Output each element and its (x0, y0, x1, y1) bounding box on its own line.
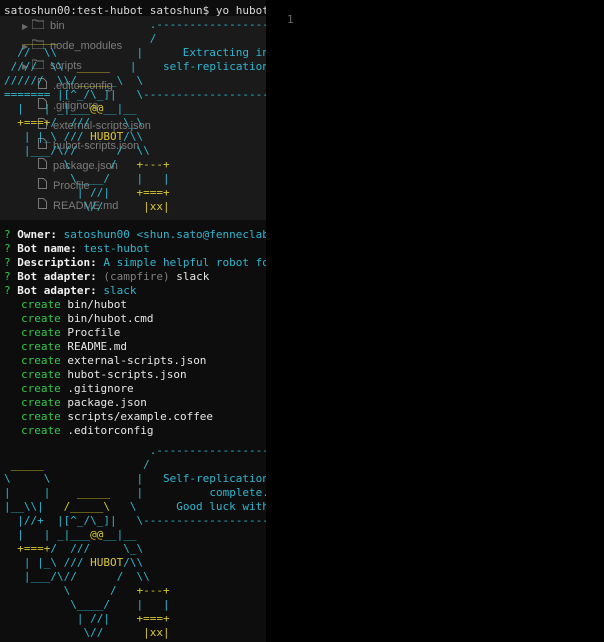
prompt-answer: satoshun00 <shun.sato@fenneclab.com> (63, 228, 266, 241)
prompt-line: ? Description: A simple helpful robot fo… (4, 256, 266, 270)
art-line: | |_\ /// HUBOT/\\ (4, 556, 144, 569)
art-line: | | _|___@@__|__ (4, 528, 137, 541)
question-mark: ? (4, 270, 18, 283)
prompt-label: Bot name: (17, 242, 84, 255)
prompt-label: Owner: (17, 228, 64, 241)
art-line: | |_\ /// HUBOT/\\ (4, 130, 144, 143)
art-line: | //| +===+ (4, 186, 170, 199)
terminal-pane[interactable]: satoshun00:test-hubot satoshun$ yo hubot… (0, 0, 266, 642)
create-keyword: create (21, 396, 68, 409)
art-line: .-----------------------------. (149, 18, 266, 31)
create-keyword: create (21, 410, 68, 423)
art-line: ////// \\/______\ \ / (4, 74, 144, 87)
art-line: |__\\| /_____\ \ Good luck with that. / (4, 500, 266, 513)
art-line: .-----------------------------. (149, 444, 266, 457)
art-line: \// |xx| (4, 626, 170, 639)
prompt-answer: A simple helpful robot for your Company (103, 256, 266, 269)
create-keyword: create (21, 368, 68, 381)
art-line: \ / +---+ (4, 158, 170, 171)
create-line: create external-scripts.json (21, 354, 206, 368)
prompt-typed-value: slack (169, 270, 210, 283)
created-file-path: hubot-scripts.json (67, 368, 187, 381)
question-mark: ? (4, 284, 18, 297)
create-line: create .gitignore (21, 382, 134, 396)
created-file-path: package.json (67, 396, 147, 409)
create-line: create hubot-scripts.json (21, 368, 187, 382)
art-line: //// \\ _____ | self-replication process… (4, 60, 266, 73)
prompt-answer: slack (103, 284, 137, 297)
prompt-line: ? Owner: satoshun00 <shun.sato@fenneclab… (4, 228, 266, 242)
create-keyword: create (21, 298, 68, 311)
prompt-answer: test-hubot (83, 242, 150, 255)
art-line: | //| +===+ (4, 612, 170, 625)
create-line: create .editorconfig (21, 424, 153, 438)
create-keyword: create (21, 326, 68, 339)
created-file-path: external-scripts.json (67, 354, 207, 367)
create-line: create README.md (21, 340, 127, 354)
create-keyword: create (21, 354, 68, 367)
art-line: \____/ | | (4, 172, 170, 185)
art-line: | | _____ | complete... | (4, 486, 266, 499)
art-line: |___/\// / \\ (4, 570, 150, 583)
created-file-path: bin/hubot (67, 298, 127, 311)
created-file-path: scripts/example.coffee (67, 410, 214, 423)
question-mark: ? (4, 256, 18, 269)
prompt-line: ? Bot adapter: slack (4, 284, 136, 298)
art-line: +===+/ /// \_\ (17, 542, 144, 555)
art-line: // \\ | Extracting input for | (17, 46, 266, 59)
art-line: | | _|___@@__|__ (4, 102, 137, 115)
art-line: \ \ | Self-replication process | (4, 472, 266, 485)
create-line: create Procfile (21, 326, 120, 340)
art-line: +===+/ /// \_\ (17, 116, 144, 129)
question-mark: ? (4, 228, 18, 241)
created-file-path: .editorconfig (67, 424, 154, 437)
created-file-path: README.md (67, 340, 127, 353)
created-file-path: .gitignore (67, 382, 134, 395)
created-file-path: Procfile (67, 326, 121, 339)
create-line: create bin/hubot (21, 298, 127, 312)
prompt-line: ? Bot adapter: (campfire) slack (4, 270, 209, 284)
create-keyword: create (21, 424, 68, 437)
art-line: _____ / \ (23, 32, 157, 45)
create-keyword: create (21, 340, 68, 353)
art-line: |___/\// / \\ (4, 144, 150, 157)
create-line: create bin/hubot.cmd (21, 312, 153, 326)
create-keyword: create (21, 312, 68, 325)
create-keyword: create (21, 382, 68, 395)
create-line: create package.json (21, 396, 147, 410)
created-file-path: bin/hubot.cmd (67, 312, 154, 325)
art-line: _____ / \ (10, 458, 150, 471)
art-line: \____/ | | (4, 598, 170, 611)
prompt-line: ? Bot name: test-hubot (4, 242, 150, 256)
art-line: ======= |[^_/\_]| \---------------------… (4, 88, 266, 101)
editor-pane[interactable] (266, 0, 604, 642)
art-line: \// |xx| (4, 200, 170, 213)
question-mark: ? (4, 242, 18, 255)
art-line: |//+ |[^_/\_]| \------------------------… (17, 514, 266, 527)
prompt-label: Description: (17, 256, 104, 269)
line-number: 1 (287, 13, 294, 26)
art-line: \ / +---+ (4, 584, 170, 597)
prompt-label: Bot adapter: (17, 270, 104, 283)
prompt-label: Bot adapter: (17, 284, 104, 297)
create-line: create scripts/example.coffee (21, 410, 213, 424)
prompt-answer: (campfire) (103, 270, 170, 283)
